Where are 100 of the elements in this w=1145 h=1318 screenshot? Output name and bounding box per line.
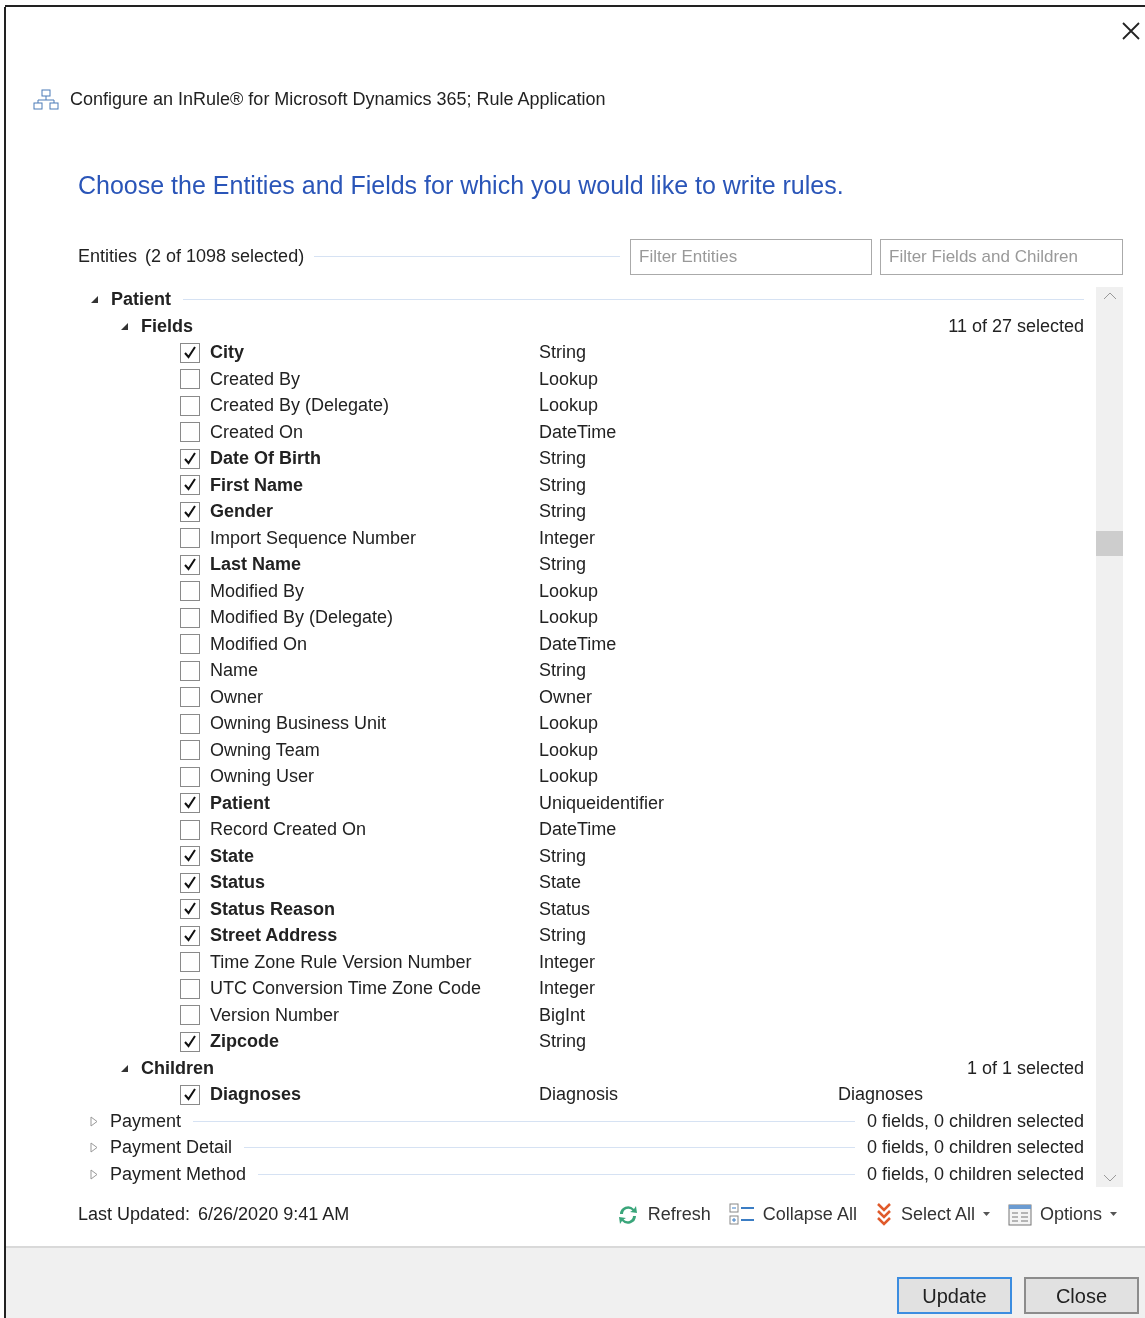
checkbox[interactable] <box>180 687 200 708</box>
field-name: UTC Conversion Time Zone Code <box>210 977 483 1001</box>
group-summary: 11 of 27 selected <box>948 314 1084 338</box>
close-icon[interactable] <box>1121 21 1141 41</box>
entity-summary: 0 fields, 0 children selected <box>866 1109 1084 1133</box>
collapsed-triangle-icon[interactable] <box>90 1142 98 1154</box>
field-name: City <box>210 341 245 365</box>
window-title: Configure an InRule® for Microsoft Dynamics 365; Rule Application <box>70 88 606 111</box>
entity-summary: 0 fields, 0 children selected <box>866 1162 1084 1186</box>
toolbar-button[interactable]: Collapse All <box>728 1201 857 1228</box>
chevrons-down-icon <box>874 1201 893 1228</box>
checkbox[interactable] <box>180 713 200 734</box>
entities-count: (2 of 1098 selected) <box>145 245 305 268</box>
collapsed-triangle-icon[interactable] <box>90 1168 98 1180</box>
field-type: Integer <box>539 526 597 550</box>
scrollbar[interactable] <box>1096 286 1123 1187</box>
checkbox[interactable] <box>180 448 200 469</box>
last-updated-value: 6/26/2020 9:41 AM <box>198 1203 350 1226</box>
entities-label: Entities <box>78 245 138 268</box>
checkbox[interactable] <box>180 872 200 893</box>
field-type: Lookup <box>539 765 600 789</box>
entity-name[interactable]: Payment <box>110 1107 182 1135</box>
field-type: String <box>539 1030 588 1054</box>
field-name: Owning User <box>210 765 316 789</box>
scrollbar-thumb[interactable] <box>1096 530 1123 556</box>
checkbox[interactable] <box>180 925 200 946</box>
field-type: Integer <box>539 950 597 974</box>
field-name: Version Number <box>210 1003 341 1027</box>
field-name: Status <box>210 871 266 895</box>
field-name: Date Of Birth <box>210 447 322 471</box>
checkbox[interactable] <box>180 819 200 840</box>
checkbox[interactable] <box>180 422 200 443</box>
checkbox[interactable] <box>180 952 200 973</box>
group-name[interactable]: Children <box>141 1054 214 1082</box>
filter-field[interactable]: Filter Entities <box>630 238 872 275</box>
filter-field[interactable]: Filter Fields and Children <box>880 238 1123 275</box>
checkbox[interactable] <box>180 1084 200 1105</box>
field-type: Lookup <box>539 394 600 418</box>
field-name: Owner <box>210 685 264 709</box>
field-name: Patient <box>210 791 271 815</box>
scroll-down-icon[interactable] <box>1102 1172 1117 1183</box>
field-name: Modified By <box>210 579 306 603</box>
page-heading: Choose the Entities and Fields for which you would like to write rules. <box>77 170 845 201</box>
field-type: Lookup <box>539 579 600 603</box>
field-type: String <box>539 473 588 497</box>
field-type: BigInt <box>539 1003 587 1027</box>
field-name: Owning Team <box>210 738 321 762</box>
checkbox[interactable] <box>180 607 200 628</box>
checkbox[interactable] <box>180 1005 200 1026</box>
expanded-triangle-icon[interactable] <box>120 321 129 331</box>
toolbar-button[interactable]: Refresh <box>615 1201 711 1228</box>
scroll-up-icon[interactable] <box>1102 290 1117 301</box>
field-name: Name <box>210 659 259 683</box>
checkbox[interactable] <box>180 846 200 867</box>
field-type: String <box>539 924 588 948</box>
checkbox[interactable] <box>180 528 200 549</box>
field-type: Owner <box>539 685 593 709</box>
field-type: Lookup <box>539 367 600 391</box>
field-name: Created By (Delegate) <box>210 394 391 418</box>
checkbox[interactable] <box>180 554 200 575</box>
field-type: String <box>539 553 588 577</box>
checkbox[interactable] <box>180 766 200 787</box>
field-name: Last Name <box>210 553 303 577</box>
field-name: Zipcode <box>210 1030 280 1054</box>
checkbox[interactable] <box>180 660 200 681</box>
checkbox[interactable] <box>180 475 200 496</box>
field-name: Gender <box>210 500 275 524</box>
field-name: Import Sequence Number <box>210 526 418 550</box>
entity-summary: 0 fields, 0 children selected <box>866 1136 1084 1160</box>
field-name: Status Reason <box>210 897 337 921</box>
entity-name[interactable]: Payment Detail <box>110 1134 233 1162</box>
field-type: State <box>539 871 583 895</box>
checkbox[interactable] <box>180 369 200 390</box>
expanded-triangle-icon[interactable] <box>120 1063 129 1073</box>
field-type: Lookup <box>539 712 600 736</box>
caret-icon <box>1110 1212 1117 1217</box>
expanded-triangle-icon[interactable] <box>90 295 99 305</box>
checkbox[interactable] <box>180 395 200 416</box>
checkbox[interactable] <box>180 501 200 522</box>
group-name[interactable]: Fields <box>141 312 193 340</box>
field-name: State <box>210 844 255 868</box>
field-type: String <box>539 844 588 868</box>
dialog-button[interactable]: Close <box>1024 1277 1139 1314</box>
field-name: Created On <box>210 420 305 444</box>
checkbox[interactable] <box>180 1031 200 1052</box>
options-icon <box>1007 1203 1032 1226</box>
checkbox[interactable] <box>180 899 200 920</box>
checkbox[interactable] <box>180 634 200 655</box>
entity-name[interactable]: Payment Method <box>110 1160 247 1188</box>
checkbox[interactable] <box>180 978 200 999</box>
field-name: Modified By (Delegate) <box>210 606 395 630</box>
toolbar-button[interactable]: Select All <box>874 1201 990 1228</box>
checkbox[interactable] <box>180 581 200 602</box>
collapsed-triangle-icon[interactable] <box>90 1115 98 1127</box>
entity-name[interactable]: Patient <box>111 286 171 314</box>
toolbar-button[interactable]: Options <box>1007 1201 1117 1228</box>
checkbox[interactable] <box>180 740 200 761</box>
checkbox[interactable] <box>180 342 200 363</box>
checkbox[interactable] <box>180 793 200 814</box>
dialog-button[interactable]: Update <box>897 1277 1012 1314</box>
